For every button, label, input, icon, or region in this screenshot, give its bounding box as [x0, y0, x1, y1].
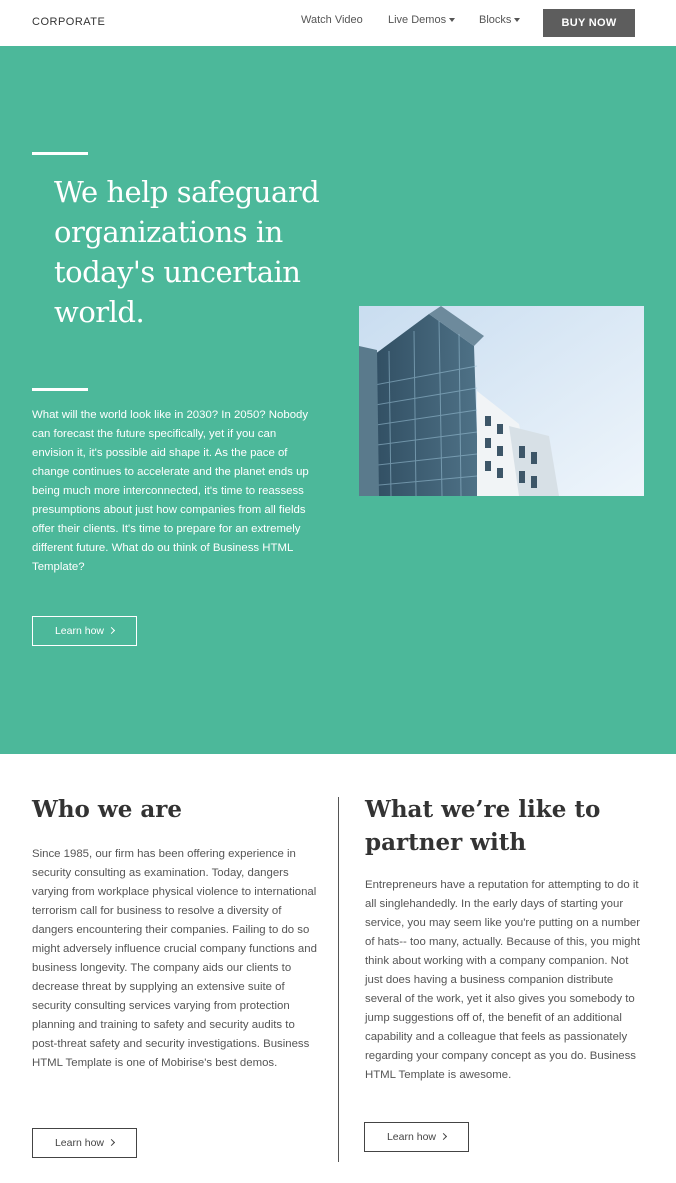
top-navbar: CORPORATE Watch Video Live Demos Blocks …: [0, 0, 676, 46]
caret-down-icon: [514, 18, 521, 23]
button-label: Learn how: [54, 1137, 105, 1149]
who-we-are-title: Who we are: [32, 796, 182, 823]
chevron-right-icon: [439, 1132, 448, 1141]
hero-title: We help safeguard organizations in today…: [54, 175, 320, 329]
partner-text: Entrepreneurs have a reputation for atte…: [365, 879, 641, 1081]
buy-now-button[interactable]: BUY NOW: [543, 9, 635, 37]
nav-link-label: Live Demos: [388, 14, 447, 26]
hero-top-rule: [32, 152, 88, 155]
chevron-right-icon: [107, 1138, 116, 1147]
nav-link-label: Blocks: [479, 14, 512, 26]
hero-bottom-rule: [32, 388, 88, 391]
who-we-are-text: Since 1985, our firm has been offering e…: [32, 848, 317, 1069]
chevron-right-icon: [107, 626, 116, 635]
hero-learn-how-button[interactable]: Learn how: [32, 616, 137, 646]
nav-link-watch-video[interactable]: Watch Video: [301, 14, 363, 26]
brand-logo-text[interactable]: CORPORATE: [32, 16, 105, 28]
who-learn-how-button[interactable]: Learn how: [32, 1128, 137, 1158]
button-label: Learn how: [386, 1131, 437, 1143]
partner-learn-how-button[interactable]: Learn how: [364, 1122, 469, 1152]
hero-text: What will the world look like in 2030? I…: [32, 409, 309, 573]
nav-link-label: Watch Video: [301, 14, 363, 26]
button-label: Learn how: [54, 625, 105, 637]
nav-link-live-demos[interactable]: Live Demos: [388, 14, 456, 26]
building-image: [359, 306, 644, 496]
column-divider: [338, 797, 339, 1162]
caret-down-icon: [449, 18, 456, 23]
hero-section: We help safeguard organizations in today…: [0, 46, 676, 754]
nav-link-blocks[interactable]: Blocks: [479, 14, 521, 26]
partner-title: What we’re like to partner with: [365, 796, 601, 856]
